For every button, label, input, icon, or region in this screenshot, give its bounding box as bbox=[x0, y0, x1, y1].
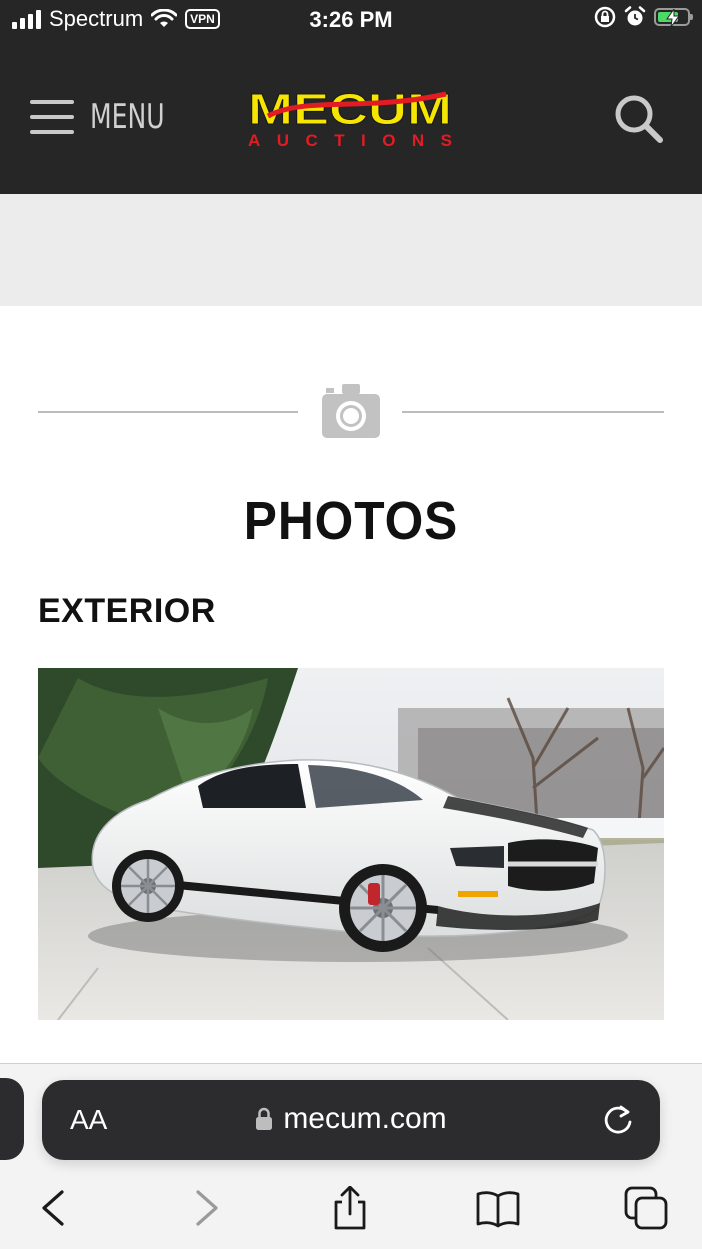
photos-section-divider bbox=[38, 384, 664, 438]
search-icon[interactable] bbox=[612, 92, 664, 144]
safari-bottom-ui: AA mecum.com bbox=[0, 1064, 702, 1249]
url-display[interactable]: mecum.com bbox=[42, 1102, 660, 1136]
front-wheel bbox=[339, 864, 427, 952]
app-header-region: Spectrum VPN 3:26 PM MENU MECUM AUCTIONS bbox=[0, 0, 702, 194]
divider-line-right bbox=[402, 411, 664, 413]
car-photo-image bbox=[38, 668, 664, 1020]
status-bar: Spectrum VPN 3:26 PM bbox=[0, 0, 702, 40]
status-right bbox=[594, 6, 693, 28]
camera-icon bbox=[322, 384, 380, 438]
subsection-title: EXTERIOR bbox=[38, 592, 216, 630]
hamburger-icon bbox=[30, 100, 74, 134]
ad-placeholder-band bbox=[0, 194, 702, 306]
orientation-lock-icon bbox=[594, 6, 616, 28]
bookmarks-icon[interactable] bbox=[476, 1186, 520, 1230]
url-text: mecum.com bbox=[283, 1102, 447, 1135]
battery-charging-icon bbox=[654, 8, 693, 27]
tabs-icon[interactable] bbox=[624, 1186, 668, 1230]
lock-icon bbox=[256, 1107, 273, 1130]
menu-label: MENU bbox=[90, 97, 165, 137]
safari-toolbar bbox=[0, 1176, 702, 1236]
section-title: PHOTOS bbox=[243, 491, 459, 551]
divider-line-left bbox=[38, 411, 298, 413]
address-bar[interactable]: AA mecum.com bbox=[42, 1080, 660, 1160]
back-icon[interactable] bbox=[32, 1186, 76, 1230]
forward-icon[interactable] bbox=[184, 1186, 228, 1230]
exterior-photo[interactable] bbox=[38, 668, 664, 1020]
reload-icon[interactable] bbox=[600, 1102, 636, 1138]
menu-button[interactable]: MENU bbox=[30, 97, 181, 137]
previous-tab-peek[interactable] bbox=[0, 1078, 24, 1160]
mecum-logo[interactable]: MECUM AUCTIONS bbox=[246, 86, 454, 148]
share-icon[interactable] bbox=[328, 1186, 372, 1230]
alarm-icon bbox=[624, 6, 646, 26]
rear-wheel bbox=[112, 850, 184, 922]
